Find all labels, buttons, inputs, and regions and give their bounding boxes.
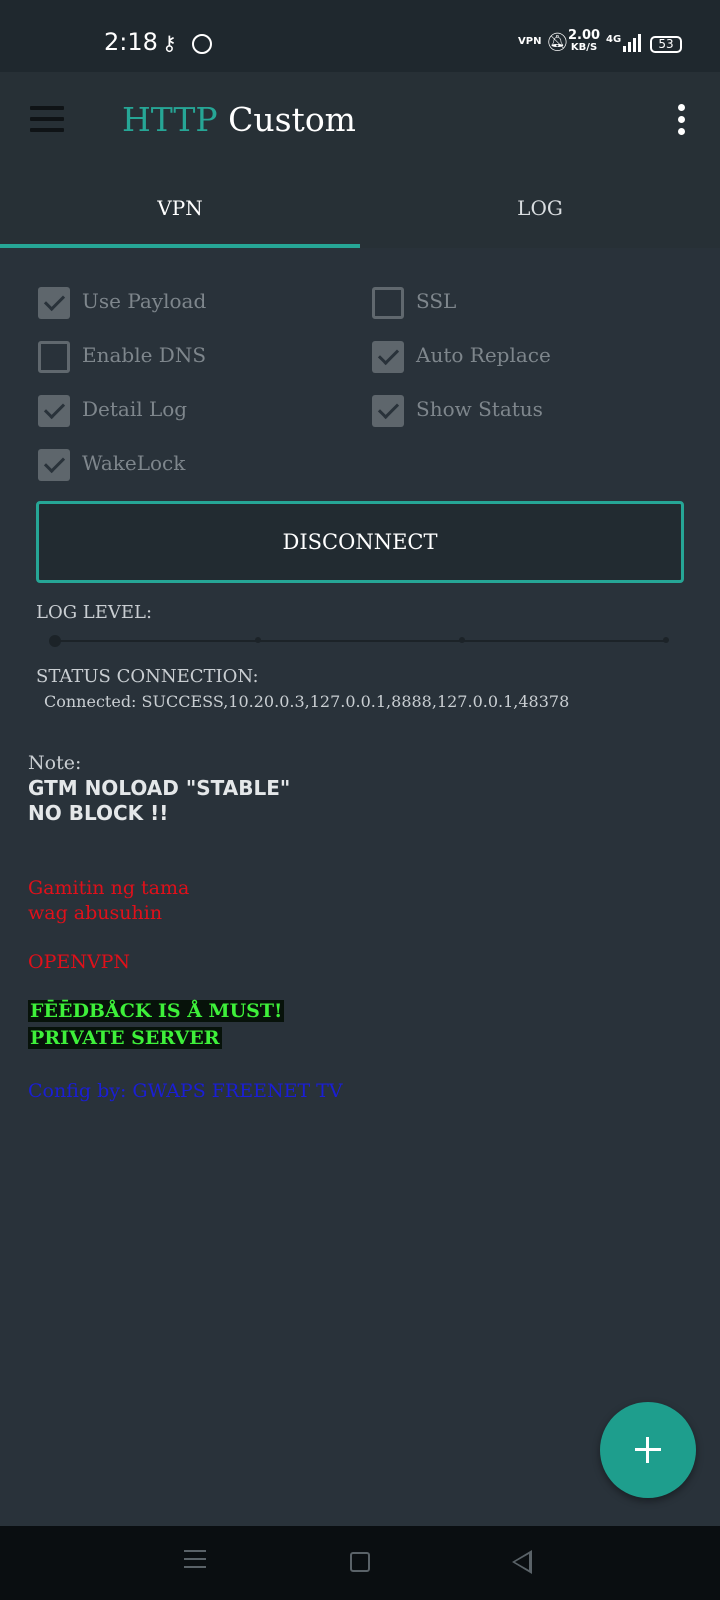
network-speed: 2.00 KB/S bbox=[568, 28, 601, 54]
home-icon[interactable] bbox=[350, 1552, 370, 1572]
slider-thumb[interactable] bbox=[49, 635, 61, 647]
note-red-line: OPENVPN bbox=[28, 951, 130, 973]
checkbox-label: Enable DNS bbox=[82, 343, 207, 367]
status-connection-value: Connected: SUCCESS,10.20.0.3,127.0.0.1,8… bbox=[44, 692, 570, 711]
note-green-line: PRIVATE SERVER bbox=[28, 1027, 222, 1049]
log-level-slider[interactable] bbox=[49, 635, 669, 647]
title-accent: HTTP bbox=[122, 100, 218, 139]
checkbox-label: WakeLock bbox=[82, 451, 186, 475]
recent-apps-icon[interactable] bbox=[184, 1550, 206, 1570]
title-rest: Custom bbox=[217, 100, 356, 139]
checkbox-label: SSL bbox=[416, 289, 457, 313]
checkbox-box[interactable] bbox=[38, 287, 70, 319]
note-line: GTM NOLOAD "STABLE" bbox=[28, 776, 291, 800]
slider-tick bbox=[459, 637, 465, 643]
checkbox-label: Detail Log bbox=[82, 397, 188, 421]
note-red-line: Gamitin ng tama bbox=[28, 877, 190, 899]
checkbox-box[interactable] bbox=[38, 395, 70, 427]
checkbox-label: Use Payload bbox=[82, 289, 207, 313]
more-vert-icon[interactable] bbox=[676, 104, 688, 136]
checkbox-label: Auto Replace bbox=[416, 343, 551, 367]
checkbox-box[interactable] bbox=[372, 287, 404, 319]
smile-icon bbox=[192, 34, 212, 54]
checkbox-box[interactable] bbox=[372, 341, 404, 373]
system-nav-bar bbox=[0, 1526, 720, 1600]
checkbox-box[interactable] bbox=[38, 449, 70, 481]
signal-icon bbox=[623, 34, 641, 52]
checkbox-label: Show Status bbox=[416, 397, 543, 421]
note-label: Note: bbox=[28, 752, 82, 774]
checkbox-box[interactable] bbox=[38, 341, 70, 373]
note-line: NO BLOCK !! bbox=[28, 801, 169, 825]
tab-vpn[interactable]: VPN bbox=[0, 176, 360, 248]
slider-tick bbox=[255, 637, 261, 643]
checkbox-box[interactable] bbox=[372, 395, 404, 427]
status-bar: 2:18 ⚷ VPN 🔕︎ 2.00 KB/S 4G 53 bbox=[0, 0, 720, 72]
speed-value: 2.00 bbox=[568, 28, 601, 43]
note-red-line: wag abusuhin bbox=[28, 902, 163, 924]
slider-tick bbox=[663, 637, 669, 643]
status-connection-label: STATUS CONNECTION: bbox=[36, 666, 259, 687]
log-level-label: LOG LEVEL: bbox=[36, 602, 153, 623]
network-type: 4G bbox=[606, 34, 622, 45]
config-credit: Config by: GWAPS FREENET TV bbox=[28, 1080, 343, 1102]
app-bar: HTTP Custom bbox=[0, 72, 720, 176]
bell-off-icon: 🔕︎ bbox=[546, 32, 569, 53]
disconnect-button[interactable]: DISCONNECT bbox=[36, 501, 684, 583]
tab-bar: VPN LOG bbox=[0, 176, 720, 248]
tab-log[interactable]: LOG bbox=[360, 176, 720, 248]
key-icon: ⚷ bbox=[162, 31, 177, 55]
back-icon[interactable] bbox=[512, 1550, 532, 1574]
status-time: 2:18 bbox=[104, 28, 158, 56]
app-title: HTTP Custom bbox=[122, 100, 356, 139]
vpn-icon: VPN bbox=[518, 36, 542, 47]
battery-icon: 53 bbox=[650, 36, 682, 53]
menu-icon[interactable] bbox=[30, 106, 64, 132]
note-green-line: FĒĒDBÅCK IS Å MUST! bbox=[28, 1000, 285, 1022]
add-fab-button[interactable] bbox=[600, 1402, 696, 1498]
tab-indicator bbox=[0, 244, 360, 248]
speed-unit: KB/S bbox=[570, 42, 598, 53]
